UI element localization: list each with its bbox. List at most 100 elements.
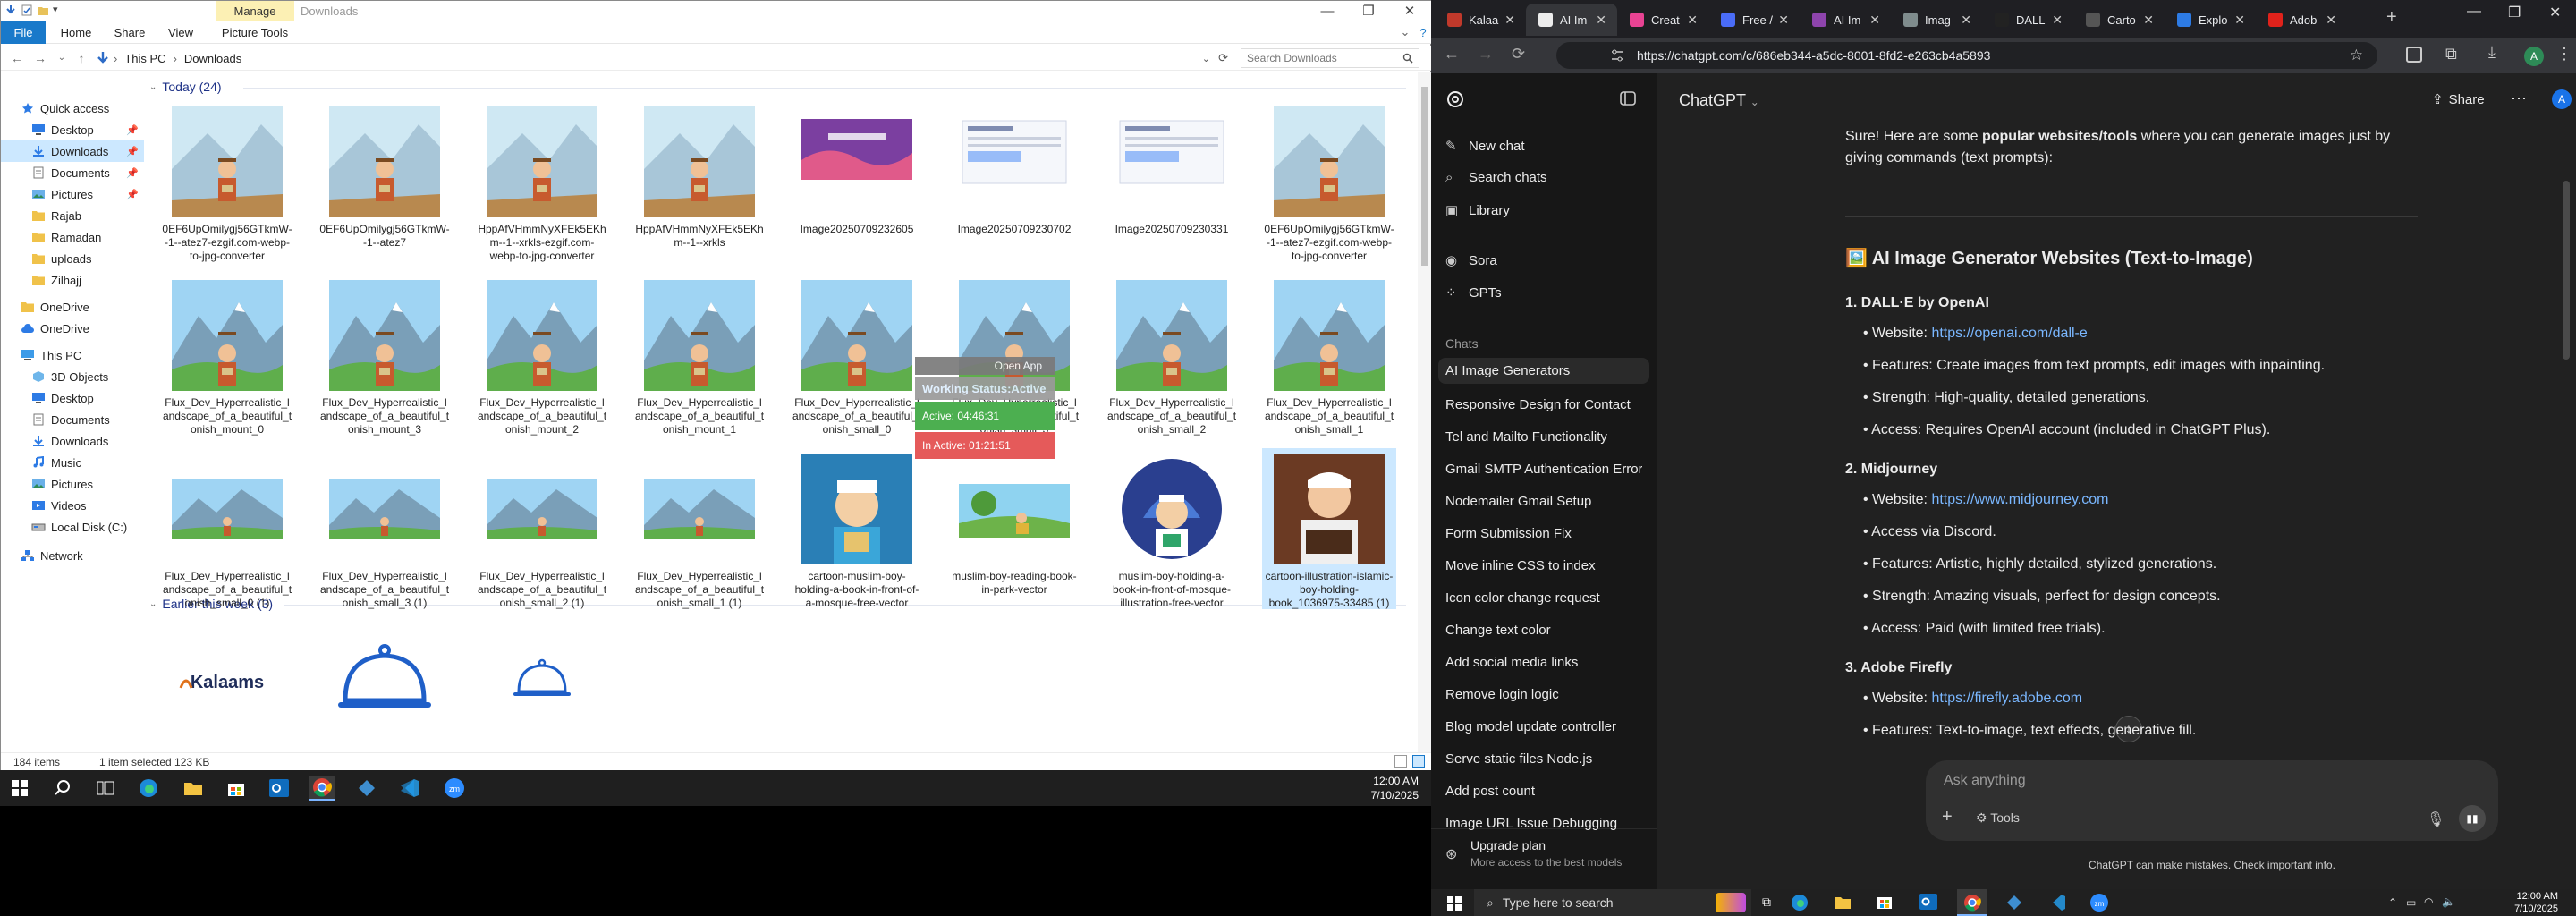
openai-logo-icon[interactable] xyxy=(1445,89,1465,109)
browser-tab[interactable]: Adob ✕ xyxy=(2256,4,2347,36)
chat-history-item[interactable]: Tel and Mailto Functionality xyxy=(1445,429,1642,445)
file-tile[interactable]: Flux_Dev_Hyperrealistic_landscape_of_a_b… xyxy=(790,275,924,436)
start-windows-icon[interactable] xyxy=(1447,896,1462,911)
nav-item-music[interactable]: Music xyxy=(1,452,144,473)
ribbon-tab-home[interactable]: Home xyxy=(53,21,99,44)
chat-history-item[interactable]: Blog model update controller xyxy=(1445,719,1642,734)
browser-tab[interactable]: Free / ✕ xyxy=(1708,4,1800,36)
breadcrumb-this-pc[interactable]: This PC xyxy=(124,52,165,65)
outlook-icon[interactable] xyxy=(1919,894,1937,910)
taskbar-clock-right[interactable]: 12:00 AM 7/10/2025 xyxy=(2504,890,2558,915)
tab-close-icon[interactable]: ✕ xyxy=(1961,13,1971,28)
task-view-icon[interactable] xyxy=(93,776,118,801)
search-chats-button[interactable]: ⌕ Search chats xyxy=(1445,170,1547,185)
file-explorer-icon[interactable] xyxy=(181,776,206,801)
file-tile[interactable]: Flux_Dev_Hyperrealistic_landscape_of_a_b… xyxy=(318,448,452,609)
network-tray-icon[interactable]: ▭ xyxy=(2406,896,2416,909)
browser-tab[interactable]: Explo ✕ xyxy=(2165,4,2256,36)
chat-history-item[interactable]: Remove login logic xyxy=(1445,687,1642,702)
file-tile[interactable]: Flux_Dev_Hyperrealistic_landscape_of_a_b… xyxy=(160,275,294,436)
share-button[interactable]: ⇪ Share xyxy=(2432,91,2485,107)
ribbon-tab-file[interactable]: File xyxy=(1,21,46,44)
close-icon[interactable]: ✕ xyxy=(2549,4,2561,21)
file-tile[interactable] xyxy=(475,618,609,752)
downloads-icon[interactable]: ⤓ xyxy=(2488,43,2496,62)
tab-close-icon[interactable]: ✕ xyxy=(1869,13,1880,28)
browser-tab[interactable]: Creat ✕ xyxy=(1617,4,1708,36)
breadcrumb[interactable]: › This PC › Downloads ⌄ ⟳ xyxy=(114,48,1232,68)
back-icon[interactable]: ← xyxy=(1444,45,1460,64)
forward-icon[interactable]: → xyxy=(33,51,47,65)
nav-item-documents[interactable]: Documents 📌 xyxy=(1,162,144,183)
open-app-button[interactable]: Open App xyxy=(915,357,1055,375)
taskbar-clock-left[interactable]: 12:00 AM 7/10/2025 xyxy=(1371,774,1419,802)
chat-history-item[interactable]: AI Image Generators xyxy=(1438,358,1649,384)
puzzle-icon[interactable]: ⧉ xyxy=(2445,45,2457,64)
minimize-icon[interactable]: — xyxy=(2467,4,2481,20)
user-avatar[interactable]: A xyxy=(2552,89,2572,109)
profile-avatar[interactable]: A xyxy=(2524,47,2544,66)
quick-access-down-icon[interactable] xyxy=(4,4,17,16)
outlook-icon[interactable] xyxy=(267,776,292,801)
nav-item-pictures[interactable]: Pictures xyxy=(1,473,144,495)
pin-icon[interactable]: 📌 xyxy=(126,189,139,200)
file-tile[interactable]: Kalaams xyxy=(160,618,294,752)
chat-history-item[interactable]: Serve static files Node.js xyxy=(1445,751,1642,767)
scrollbar-thumb[interactable] xyxy=(1421,87,1428,266)
prompt-input[interactable]: Ask anything xyxy=(1944,773,2026,789)
properties-icon[interactable] xyxy=(21,4,33,16)
menu-kebab-icon[interactable]: ⋮ xyxy=(2556,45,2572,64)
pin-icon[interactable]: 📌 xyxy=(126,167,139,179)
bookmark-star-icon[interactable]: ☆ xyxy=(2350,47,2363,64)
up-icon[interactable]: ↑ xyxy=(74,51,89,65)
edge-icon[interactable] xyxy=(1791,894,1809,912)
start-windows-icon[interactable] xyxy=(7,776,32,801)
nav-item-ramadan[interactable]: Ramadan xyxy=(1,226,144,248)
chat-history-item[interactable]: Responsive Design for Contact xyxy=(1445,397,1642,412)
nav-item-quick-access[interactable]: Quick access xyxy=(1,98,144,119)
chat-history-item[interactable]: Change text color xyxy=(1445,623,1642,638)
taskbar-search-box[interactable]: ⌕ Type here to search xyxy=(1474,889,1751,916)
nav-item-pictures[interactable]: Pictures 📌 xyxy=(1,183,144,205)
file-tile[interactable]: Image20250709232605 xyxy=(790,101,924,262)
file-tile[interactable]: Flux_Dev_Hyperrealistic_landscape_of_a_b… xyxy=(1105,275,1239,436)
vertical-scrollbar[interactable] xyxy=(1418,72,1432,752)
recent-locations-icon[interactable]: ⌄ xyxy=(55,51,69,65)
new-tab-icon[interactable]: + xyxy=(2386,7,2397,28)
gpts-button[interactable]: ⁘ GPTs xyxy=(1445,284,1502,301)
tab-close-icon[interactable]: ✕ xyxy=(2326,13,2336,28)
tab-close-icon[interactable]: ✕ xyxy=(1778,13,1789,28)
browser-tab[interactable]: Carto ✕ xyxy=(2073,4,2165,36)
file-tile[interactable]: 0EF6UpOmilygj56GTkmW--1--atez7 xyxy=(318,101,452,262)
chat-history-item[interactable]: Add social media links xyxy=(1445,655,1642,670)
nav-item-3d-objects[interactable]: 3D Objects xyxy=(1,366,144,387)
file-tile[interactable]: Flux_Dev_Hyperrealistic_landscape_of_a_b… xyxy=(318,275,452,436)
chat-scrollbar-thumb[interactable] xyxy=(2563,181,2570,360)
chat-history-item[interactable]: Add post count xyxy=(1445,784,1642,799)
site-info-icon[interactable] xyxy=(1610,48,1624,63)
website-link[interactable]: https://www.midjourney.com xyxy=(1931,492,2108,507)
chat-history-item[interactable]: Gmail SMTP Authentication Error xyxy=(1445,462,1642,477)
nav-item-onedrive[interactable]: OneDrive xyxy=(1,318,144,339)
file-tile[interactable]: Flux_Dev_Hyperrealistic_landscape_of_a_b… xyxy=(632,275,767,436)
website-link[interactable]: https://openai.com/dall-e xyxy=(1931,326,2087,341)
forward-icon[interactable]: → xyxy=(1478,45,1494,64)
tab-close-icon[interactable]: ✕ xyxy=(1596,13,1606,28)
tab-close-icon[interactable]: ✕ xyxy=(2052,13,2063,28)
nav-item-zilhajj[interactable]: Zilhajj xyxy=(1,269,144,291)
browser-tab[interactable]: Imag ✕ xyxy=(1891,4,1982,36)
microphone-icon[interactable]: 🎙 xyxy=(2427,810,2445,828)
file-tile[interactable] xyxy=(318,618,452,752)
app-icon[interactable] xyxy=(354,776,379,801)
app-icon[interactable] xyxy=(2005,894,2023,912)
nav-item-uploads[interactable]: uploads xyxy=(1,248,144,269)
file-tile[interactable]: cartoon-muslim-boy-holding-a-book-in-fro… xyxy=(790,448,924,609)
upgrade-plan-button[interactable]: ⊛ Upgrade plan More access to the best m… xyxy=(1431,828,1657,889)
file-tile[interactable]: Image20250709230331 xyxy=(1105,101,1239,262)
expand-ribbon-icon[interactable]: ⌄ xyxy=(1396,21,1414,44)
browser-tab[interactable]: AI Im ✕ xyxy=(1800,4,1891,36)
file-tile[interactable]: muslim-boy-holding-a-book-in-front-of-mo… xyxy=(1105,448,1239,609)
website-link[interactable]: https://firefly.adobe.com xyxy=(1931,691,2082,706)
wifi-tray-icon[interactable]: ◠ xyxy=(2424,895,2433,908)
close-icon[interactable]: ✕ xyxy=(1389,1,1430,21)
